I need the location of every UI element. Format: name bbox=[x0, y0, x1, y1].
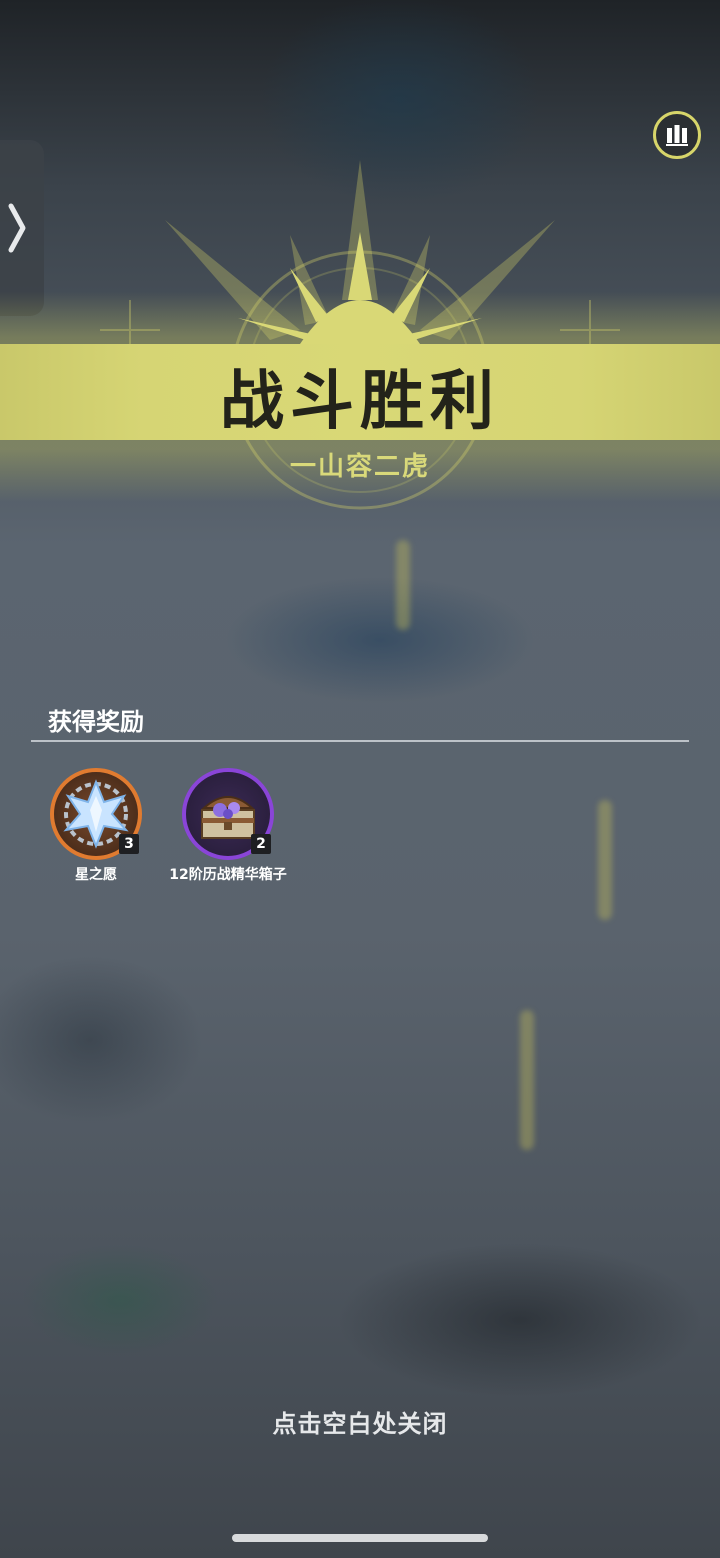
rewards-divider bbox=[31, 740, 689, 742]
reward-count: 3 bbox=[119, 834, 139, 854]
rewards-heading: 获得奖励 bbox=[48, 708, 144, 736]
reward-label: 星之愿 bbox=[75, 867, 117, 883]
background-light-streak bbox=[520, 1010, 534, 1150]
background-light-streak bbox=[396, 540, 410, 630]
background-light-streak bbox=[598, 800, 612, 920]
reward-count: 2 bbox=[251, 834, 271, 854]
stage-name: 一山容二虎 bbox=[289, 452, 430, 482]
reward-item[interactable]: 3 星之愿 bbox=[31, 766, 161, 906]
victory-title: 战斗胜利 bbox=[220, 365, 500, 439]
reward-item[interactable]: 2 12阶历战精华箱子 bbox=[163, 766, 293, 906]
home-indicator[interactable] bbox=[232, 1534, 488, 1542]
reward-label: 12阶历战精华箱子 bbox=[169, 867, 287, 883]
tap-to-close-hint: 点击空白处关闭 bbox=[272, 1410, 448, 1438]
